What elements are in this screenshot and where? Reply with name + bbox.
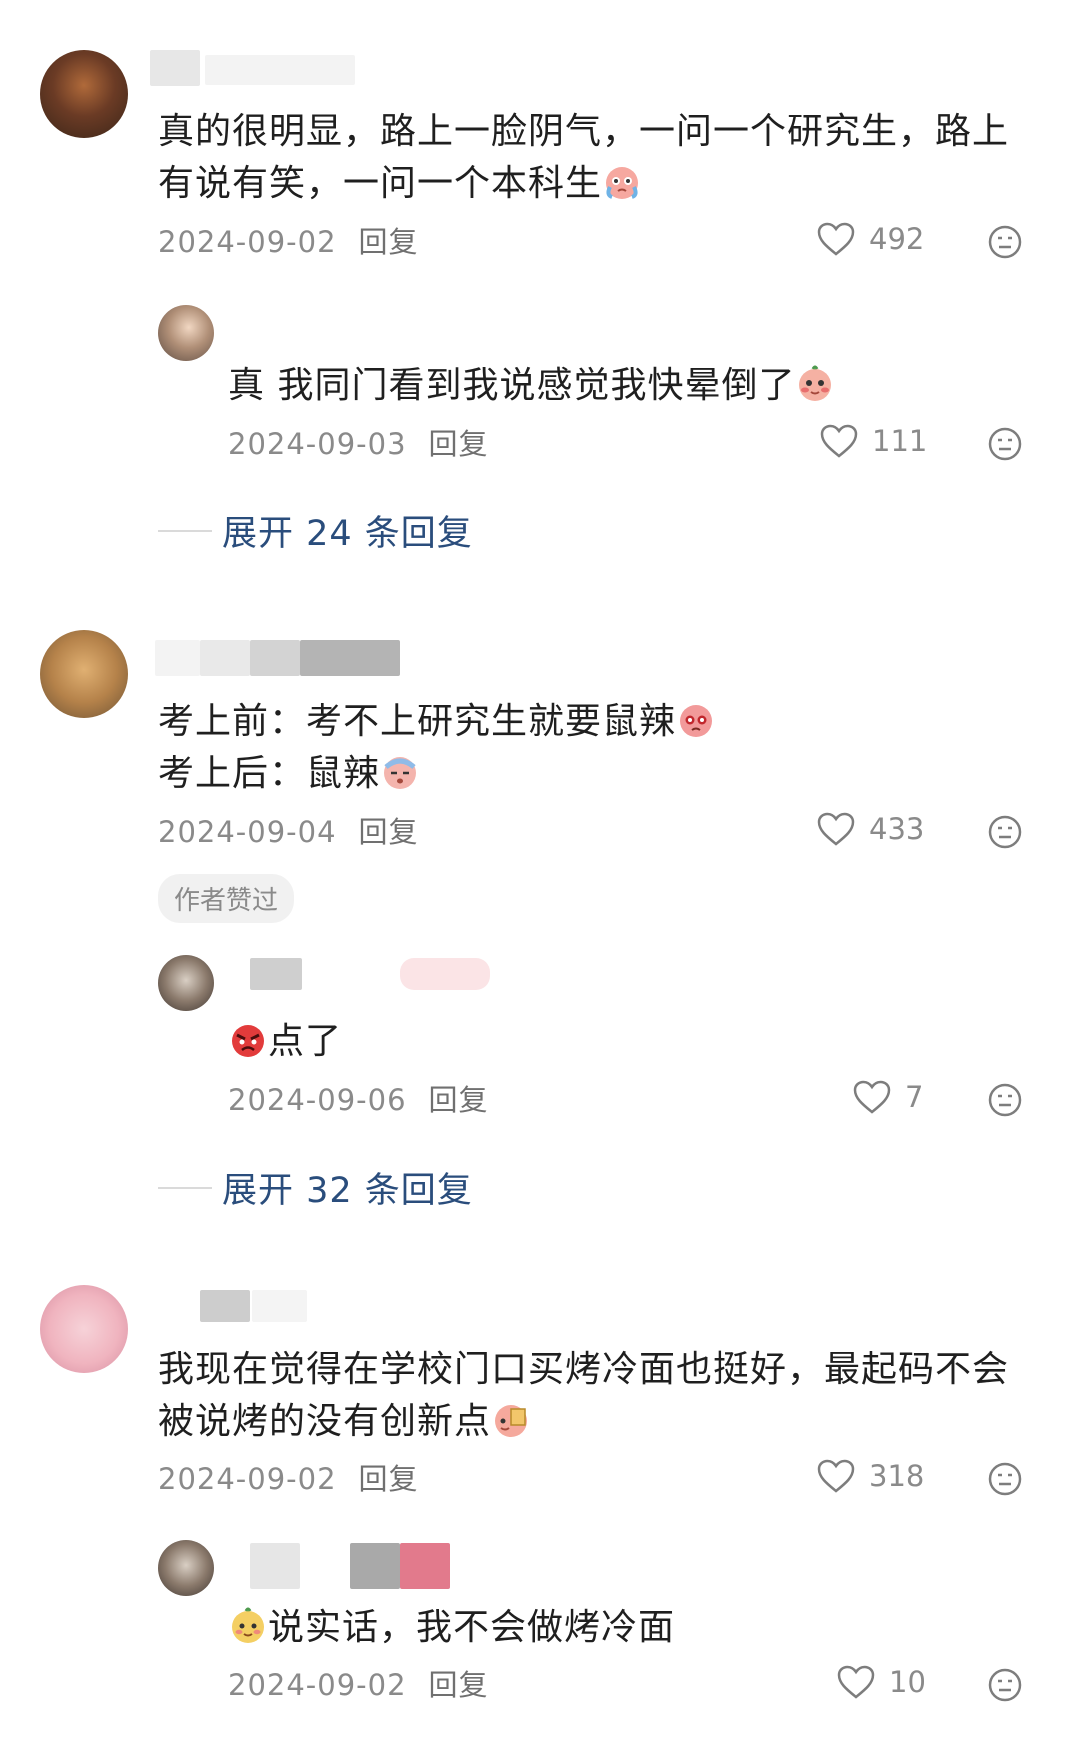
reply-meta: 2024-09-03 回复: [228, 424, 489, 464]
comment-meta: 2024-09-02 回复: [158, 1459, 419, 1499]
heart-outline-icon: [817, 1459, 855, 1493]
expand-label: 展开 32 条回复: [222, 1171, 473, 1211]
blush-emoji-icon: [795, 363, 835, 403]
reply-date: 2024-09-03: [228, 427, 407, 461]
reply-avatar[interactable]: [158, 305, 214, 361]
expand-replies-button[interactable]: 展开 24 条回复: [158, 505, 473, 556]
like-count: 7: [905, 1080, 924, 1114]
username-redacted[interactable]: [300, 640, 400, 676]
comment-text-line: 考上后：鼠辣: [158, 748, 420, 800]
like-button[interactable]: 7: [853, 1080, 923, 1114]
face-neutral-icon[interactable]: [988, 427, 1022, 461]
divider: [158, 529, 212, 532]
expand-label: 展开 24 条回复: [222, 514, 473, 554]
like-count: 318: [869, 1459, 925, 1493]
heart-outline-icon: [817, 222, 855, 256]
reply-date: 2024-09-06: [228, 1083, 407, 1117]
username-redacted[interactable]: [350, 1543, 400, 1589]
username-redacted[interactable]: [205, 55, 355, 85]
reply-button[interactable]: 回复: [359, 225, 419, 259]
comment-date: 2024-09-02: [158, 225, 337, 259]
reply-text: 点了: [228, 1016, 342, 1068]
username-redacted[interactable]: [400, 958, 490, 990]
reply-button[interactable]: 回复: [359, 1462, 419, 1496]
like-count: 10: [889, 1665, 926, 1699]
author-liked-badge: 作者赞过: [158, 874, 295, 923]
like-button[interactable]: 433: [817, 812, 924, 846]
username-redacted[interactable]: [400, 1543, 450, 1589]
face-neutral-icon[interactable]: [988, 815, 1022, 849]
blush-emoji-icon: [491, 1399, 531, 1439]
username-redacted[interactable]: [200, 640, 250, 676]
like-button[interactable]: 111: [820, 424, 927, 458]
blush-emoji-icon: [228, 1605, 268, 1645]
heart-outline-icon: [817, 812, 855, 846]
reply-text: 真 我同门看到我说感觉我快晕倒了: [228, 360, 835, 412]
crying-emoji-icon: [676, 699, 716, 739]
like-button[interactable]: 10: [837, 1665, 926, 1699]
comment-date: 2024-09-04: [158, 815, 337, 849]
face-neutral-icon[interactable]: [988, 225, 1022, 259]
like-button[interactable]: 492: [817, 222, 924, 256]
comment-meta: 2024-09-04 回复: [158, 812, 419, 852]
username-redacted[interactable]: [250, 640, 300, 676]
reply-meta: 2024-09-06 回复: [228, 1080, 489, 1120]
username-redacted[interactable]: [150, 50, 200, 86]
avatar[interactable]: [40, 1285, 128, 1373]
face-neutral-icon[interactable]: [988, 1462, 1022, 1496]
like-count: 111: [872, 424, 928, 458]
like-button[interactable]: 318: [817, 1459, 924, 1493]
username-redacted[interactable]: [250, 958, 302, 990]
comment-text-line: 考上前：考不上研究生就要鼠辣: [158, 696, 716, 748]
username-redacted[interactable]: [155, 640, 200, 676]
heart-outline-icon: [820, 424, 858, 458]
reply-meta: 2024-09-02 回复: [228, 1665, 489, 1705]
like-count: 433: [869, 812, 925, 846]
avatar[interactable]: [40, 50, 128, 138]
reply-avatar[interactable]: [158, 955, 214, 1011]
divider: [158, 1186, 212, 1189]
like-count: 492: [869, 222, 925, 256]
username-redacted[interactable]: [250, 1543, 300, 1589]
reply-avatar[interactable]: [158, 1540, 214, 1596]
face-neutral-icon[interactable]: [988, 1668, 1022, 1702]
crying-emoji-icon: [380, 751, 420, 791]
heart-outline-icon: [837, 1665, 875, 1699]
angry-emoji-icon: [228, 1019, 268, 1059]
heart-outline-icon: [853, 1080, 891, 1114]
username-redacted[interactable]: [200, 1290, 250, 1322]
comment-meta: 2024-09-02 回复: [158, 222, 419, 262]
comment-text: 我现在觉得在学校门口买烤冷面也挺好，最起码不会被说烤的没有创新点: [158, 1349, 1010, 1442]
face-neutral-icon[interactable]: [988, 1083, 1022, 1117]
crying-emoji-icon: [602, 161, 642, 201]
reply-button[interactable]: 回复: [429, 1083, 489, 1117]
comment-date: 2024-09-02: [158, 1462, 337, 1496]
reply-date: 2024-09-02: [228, 1668, 407, 1702]
reply-button[interactable]: 回复: [359, 815, 419, 849]
username-redacted[interactable]: [252, 1290, 307, 1322]
avatar[interactable]: [40, 630, 128, 718]
comment-text: 真的很明显，路上一脸阴气，一问一个研究生，路上有说有笑，一问一个本科生: [158, 111, 1010, 204]
reply-button[interactable]: 回复: [429, 427, 489, 461]
reply-text: 说实话，我不会做烤冷面: [228, 1602, 675, 1654]
expand-replies-button[interactable]: 展开 32 条回复: [158, 1162, 473, 1213]
reply-button[interactable]: 回复: [429, 1668, 489, 1702]
